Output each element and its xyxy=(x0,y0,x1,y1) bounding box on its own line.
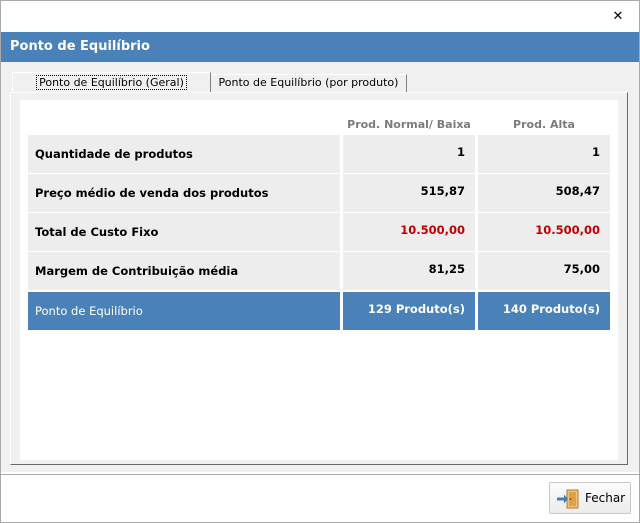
value-normal-baixa: 129 Produto(s) xyxy=(367,302,465,316)
value-normal-baixa: 81,25 xyxy=(428,262,465,276)
fechar-button-label: Fechar xyxy=(585,491,626,505)
value-cell-alta: 1 xyxy=(478,135,610,173)
tab-panel: Prod. Normal/ Baixa Prod. Alta Quantidad… xyxy=(10,92,628,465)
row-label: Ponto de Equilíbrio xyxy=(35,304,143,318)
table-row-ponto-equilibrio: Ponto de Equilíbrio 129 Produto(s) 140 P… xyxy=(28,292,610,330)
table-row-margem-contribuicao: Margem de Contribuição média 81,25 75,00 xyxy=(28,252,610,290)
tab-por-produto[interactable]: Ponto de Equilíbrio (por produto) xyxy=(211,74,407,92)
tab-geral-label: Ponto de Equilíbrio (Geral) xyxy=(36,75,187,90)
dialog-title: Ponto de Equilíbrio xyxy=(10,39,150,54)
results-table: Prod. Normal/ Baixa Prod. Alta Quantidad… xyxy=(20,100,618,460)
row-label-cell: Margem de Contribuição média xyxy=(28,252,340,290)
content-area: Ponto de Equilíbrio (Geral) Ponto de Equ… xyxy=(1,62,639,472)
value-alta: 10.500,00 xyxy=(535,223,600,237)
value-cell-normal-baixa: 1 xyxy=(343,135,475,173)
close-window-button[interactable]: ✕ xyxy=(605,5,631,27)
dialog-window: ✕ Ponto de Equilíbrio Ponto de Equilíbri… xyxy=(0,0,640,523)
table-row-custo-fixo: Total de Custo Fixo 10.500,00 10.500,00 xyxy=(28,213,610,251)
value-cell-alta: 508,47 xyxy=(478,174,610,212)
row-label: Preço médio de venda dos produtos xyxy=(35,186,269,200)
value-cell-normal-baixa: 515,87 xyxy=(343,174,475,212)
row-label-cell: Quantidade de produtos xyxy=(28,135,340,173)
column-header-normal-baixa: Prod. Normal/ Baixa xyxy=(347,118,471,131)
row-label: Quantidade de produtos xyxy=(35,147,193,161)
column-header-alta: Prod. Alta xyxy=(513,118,575,131)
table-row-quantidade: Quantidade de produtos 1 1 xyxy=(28,135,610,173)
value-alta: 508,47 xyxy=(555,184,600,198)
fechar-button[interactable]: Fechar xyxy=(549,482,631,514)
row-label-cell: Preço médio de venda dos produtos xyxy=(28,174,340,212)
value-cell-alta: 75,00 xyxy=(478,252,610,290)
value-normal-baixa: 1 xyxy=(456,145,465,159)
value-cell-normal-baixa: 81,25 xyxy=(343,252,475,290)
tab-por-produto-label: Ponto de Equilíbrio (por produto) xyxy=(218,76,399,89)
header-bar: Ponto de Equilíbrio xyxy=(1,32,639,62)
value-normal-baixa: 515,87 xyxy=(420,184,465,198)
table-row-preco-medio: Preço médio de venda dos produtos 515,87… xyxy=(28,174,610,212)
row-label: Total de Custo Fixo xyxy=(35,225,159,239)
value-cell-alta: 140 Produto(s) xyxy=(478,292,610,330)
close-icon: ✕ xyxy=(612,8,624,24)
value-cell-normal-baixa: 10.500,00 xyxy=(343,213,475,251)
row-label: Margem de Contribuição média xyxy=(35,264,239,278)
row-label-cell: Total de Custo Fixo xyxy=(28,213,340,251)
value-alta: 140 Produto(s) xyxy=(502,302,600,316)
value-alta: 75,00 xyxy=(563,262,600,276)
tab-geral[interactable]: Ponto de Equilíbrio (Geral) xyxy=(12,72,211,92)
value-cell-alta: 10.500,00 xyxy=(478,213,610,251)
row-label-cell: Ponto de Equilíbrio xyxy=(28,292,340,330)
value-normal-baixa: 10.500,00 xyxy=(400,223,465,237)
value-cell-normal-baixa: 129 Produto(s) xyxy=(343,292,475,330)
footer-divider xyxy=(1,474,639,475)
exit-door-icon xyxy=(557,489,579,509)
value-alta: 1 xyxy=(591,145,600,159)
